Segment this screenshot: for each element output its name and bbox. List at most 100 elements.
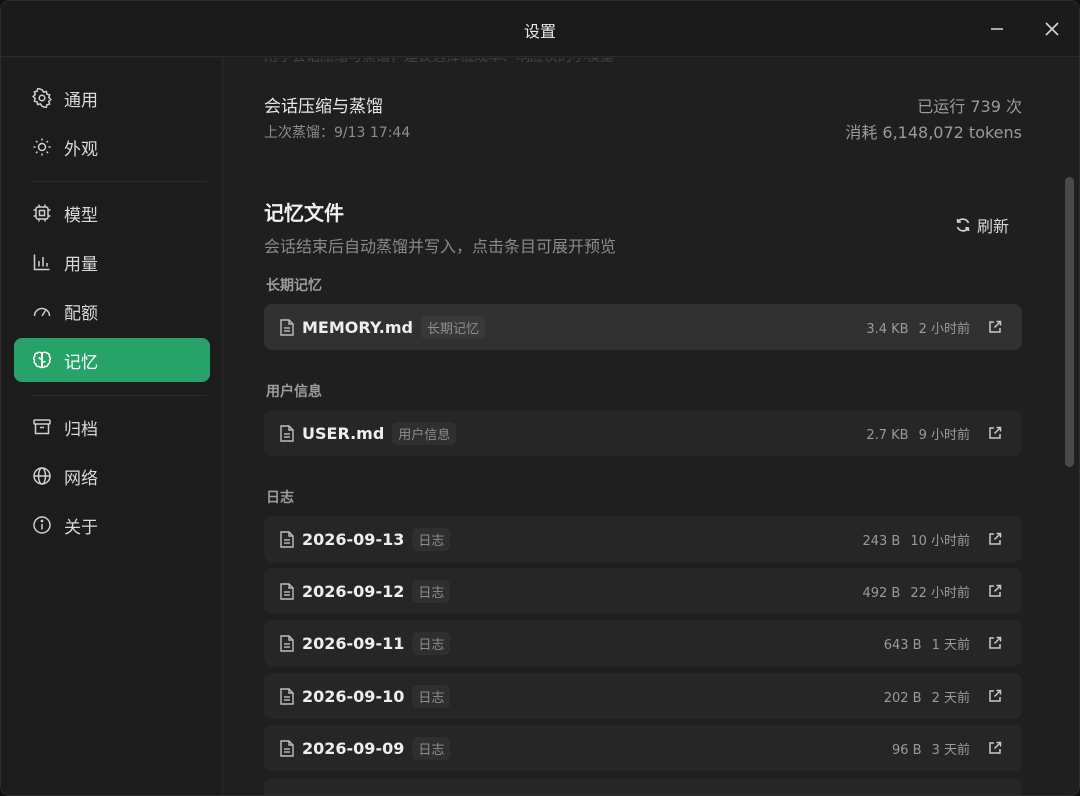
sidebar-item-label: 用量	[64, 254, 98, 275]
file-row-user[interactable]: USER.md 用户信息 2.7 KB 9 小时前	[264, 410, 1022, 456]
title-bar: 设置	[1, 1, 1079, 57]
open-external-button[interactable]	[984, 528, 1006, 550]
compression-title: 会话压缩与蒸馏	[264, 97, 383, 117]
sidebar-item-label: 记忆	[64, 352, 98, 373]
close-button[interactable]	[1038, 15, 1066, 43]
file-tag: 长期记忆	[420, 315, 485, 339]
open-external-button[interactable]	[984, 632, 1006, 654]
sun-icon	[31, 136, 53, 158]
open-external-button[interactable]	[984, 316, 1006, 338]
file-row-log[interactable]: 2026-09-09 日志 96 B 3 天前	[264, 725, 1022, 771]
sidebar-item-label: 关于	[64, 517, 98, 538]
external-link-icon	[989, 636, 1002, 649]
document-icon	[278, 529, 296, 549]
file-name: 2026-09-10	[302, 686, 405, 706]
open-external-button[interactable]	[984, 422, 1006, 444]
gear-icon	[31, 87, 53, 109]
last-distill-time: 上次蒸馏：9/13 17:44	[264, 125, 411, 141]
file-size: 3.4 KB	[866, 321, 909, 337]
file-time: 1 天前	[931, 637, 970, 653]
file-row-log[interactable]: 2026-09-10 日志 202 B 2 天前	[264, 673, 1022, 719]
file-row-log[interactable]: 2026-09-11 日志 643 B 1 天前	[264, 620, 1022, 666]
sidebar-item-label: 归档	[64, 419, 98, 440]
refresh-icon	[956, 218, 970, 232]
file-time: 2 天前	[931, 690, 970, 706]
sidebar-item-model[interactable]: 模型	[14, 191, 210, 235]
sidebar-item-archive[interactable]: 归档	[14, 405, 210, 449]
sidebar-item-label: 外观	[64, 139, 98, 160]
group-label-user-info: 用户信息	[266, 384, 322, 400]
document-icon	[278, 423, 296, 443]
open-external-button[interactable]	[984, 685, 1006, 707]
scrollbar-thumb[interactable]	[1065, 177, 1074, 467]
close-icon	[1045, 22, 1059, 36]
file-tag: 日志	[412, 527, 451, 551]
minimize-button[interactable]	[983, 15, 1011, 43]
file-meta: 643 B 1 天前	[884, 634, 970, 653]
file-size: 202 B	[883, 690, 922, 706]
token-usage: 消耗 6,148,072 tokens	[845, 123, 1022, 142]
settings-window: 设置 通用 外观 模型 用量 配额 记忆 归档 网络 关于 会话压缩与蒸馏 上次…	[0, 0, 1080, 796]
minimize-icon	[991, 28, 1003, 30]
file-size: 2.7 KB	[866, 427, 909, 443]
sidebar-item-quota[interactable]: 配额	[14, 289, 210, 333]
file-row-memory[interactable]: MEMORY.md 长期记忆 3.4 KB 2 小时前	[264, 304, 1022, 350]
file-row-log[interactable]: 2026-09-12 日志 492 B 22 小时前	[264, 568, 1022, 614]
open-external-button[interactable]	[984, 580, 1006, 602]
file-size: 492 B	[862, 585, 901, 601]
sidebar-item-appearance[interactable]: 外观	[14, 125, 210, 169]
memory-files-title: 记忆文件	[264, 201, 344, 225]
file-row-log[interactable]: 2026-09-13 日志 243 B 10 小时前	[264, 516, 1022, 562]
globe-icon	[31, 465, 53, 487]
document-icon	[278, 738, 296, 758]
file-meta: 202 B 2 天前	[884, 687, 970, 706]
open-external-button[interactable]	[984, 737, 1006, 759]
external-link-icon	[989, 532, 1002, 545]
document-icon	[278, 317, 296, 337]
sidebar-item-network[interactable]: 网络	[14, 454, 210, 498]
sidebar-item-memory[interactable]: 记忆	[14, 338, 210, 382]
file-tag: 用户信息	[392, 421, 457, 445]
memory-settings-panel: 用于会话压缩与蒸馏，建议选择低成本、响应快的小模型 会话压缩与蒸馏 上次蒸馏：9…	[224, 58, 1066, 795]
file-size: 243 B	[862, 533, 901, 549]
bar-chart-icon	[31, 251, 53, 273]
file-size: 96 B	[892, 742, 922, 758]
file-time: 22 小时前	[910, 585, 970, 601]
refresh-button[interactable]: 刷新	[955, 213, 1009, 237]
file-time: 10 小时前	[910, 533, 970, 549]
memory-files-description: 会话结束后自动蒸馏并写入，点击条目可展开预览	[264, 237, 617, 256]
info-icon	[31, 514, 53, 536]
document-icon	[278, 581, 296, 601]
document-icon	[278, 633, 296, 653]
gauge-icon	[31, 300, 53, 322]
sidebar-item-label: 网络	[64, 468, 98, 489]
file-tag: 日志	[412, 684, 451, 708]
file-name: 2026-09-12	[302, 581, 405, 601]
file-time: 9 小时前	[918, 427, 970, 443]
file-name: 2026-09-09	[302, 738, 405, 758]
file-tag: 日志	[412, 736, 451, 760]
external-link-icon	[989, 584, 1002, 597]
file-name: 2026-09-13	[302, 529, 405, 549]
external-link-icon	[989, 426, 1002, 439]
file-name: 2026-09-11	[302, 633, 405, 653]
sidebar-item-label: 通用	[64, 90, 98, 111]
external-link-icon	[989, 741, 1002, 754]
window-title: 设置	[523, 22, 556, 41]
run-count: 已运行 739 次	[917, 97, 1022, 116]
sidebar-item-usage[interactable]: 用量	[14, 240, 210, 284]
file-time: 3 天前	[931, 742, 970, 758]
sidebar-item-about[interactable]: 关于	[14, 503, 210, 547]
sidebar-item-general[interactable]: 通用	[14, 76, 210, 120]
refresh-label: 刷新	[977, 217, 1010, 236]
group-label-logs: 日志	[266, 490, 294, 506]
file-meta: 243 B 10 小时前	[862, 530, 970, 549]
file-row-partial[interactable]	[264, 778, 1022, 795]
chip-icon	[31, 202, 53, 224]
file-meta: 3.4 KB 2 小时前	[866, 318, 970, 337]
external-link-icon	[989, 320, 1002, 333]
sidebar-item-label: 配额	[64, 303, 98, 324]
file-meta: 2.7 KB 9 小时前	[866, 424, 970, 443]
file-time: 2 小时前	[918, 321, 970, 337]
external-link-icon	[989, 689, 1002, 702]
